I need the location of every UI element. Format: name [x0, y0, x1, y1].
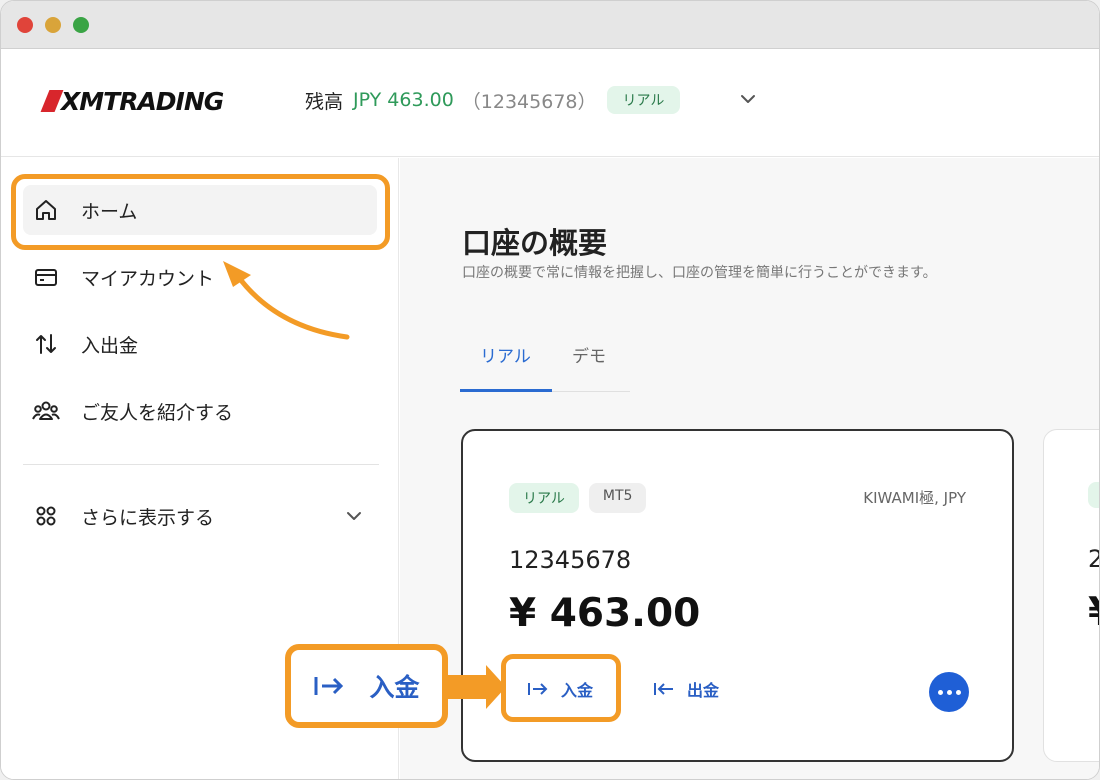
transfer-icon: [31, 329, 61, 359]
platform-badge: MT5: [588, 483, 647, 513]
sidebar-divider: [23, 464, 379, 465]
account-balance: ¥ 463.00: [509, 591, 701, 636]
account-type-label: KIWAMI極, JPY: [863, 489, 966, 507]
page-title: 口座の概要: [462, 226, 608, 260]
sidebar-item-label: マイアカウント: [81, 267, 215, 290]
chevron-down-icon: [347, 512, 361, 520]
account-balance-summary[interactable]: 残高 JPY 463.00 （12345678） リアル: [305, 86, 681, 114]
deposit-callout: 入金: [285, 644, 448, 728]
tab-demo[interactable]: デモ: [572, 342, 606, 367]
xm-logo[interactable]: XMTRADING: [40, 86, 224, 116]
account-balance: ¥: [1088, 590, 1099, 635]
curved-arrow-icon: [223, 261, 350, 340]
card-icon: [31, 262, 61, 292]
grid-icon: [31, 501, 61, 531]
logo-mark-icon: [40, 90, 64, 112]
tab-real[interactable]: リアル: [480, 342, 531, 367]
home-highlight-frame: [11, 174, 390, 250]
minimize-window-button[interactable]: [45, 17, 61, 33]
account-card-badges: リアル MT5: [509, 483, 656, 513]
close-window-button[interactable]: [17, 17, 33, 33]
window-titlebar: [1, 1, 1099, 49]
deposit-highlight-frame: [501, 654, 621, 722]
app-header: XMTRADING 残高 JPY 463.00 （12345678） リアル: [1, 50, 1099, 157]
callout-pointer-icon: [442, 665, 506, 709]
withdraw-button[interactable]: 出金: [653, 677, 719, 701]
page-subtitle: 口座の概要で常に情報を把握し、口座の管理を簡単に行うことができます。: [462, 265, 937, 281]
withdraw-arrow-icon: [654, 683, 673, 695]
browser-window: XMTRADING 残高 JPY 463.00 （12345678） リアル ホ…: [0, 0, 1100, 780]
account-type-badge: リアル: [509, 483, 579, 513]
sidebar-item-label: さらに表示する: [81, 506, 215, 529]
account-card-secondary[interactable]: 2 ¥: [1043, 429, 1099, 762]
account-dropdown-chevron-down-icon[interactable]: [739, 90, 757, 108]
account-type-badge: リアル: [606, 86, 681, 114]
sidebar-item-refer-friend[interactable]: ご友人を紹介する: [23, 386, 377, 436]
sidebar-item-show-more[interactable]: さらに表示する: [23, 491, 377, 541]
callout-label: 入金: [369, 673, 420, 702]
people-icon: [31, 396, 61, 426]
deposit-arrow-icon: [314, 677, 344, 695]
more-dots-icon: [937, 689, 943, 695]
account-number: 12345678: [509, 546, 632, 574]
account-tabs: リアル デモ: [460, 330, 630, 392]
account-number: 2: [1088, 545, 1099, 573]
sidebar-item-label: 入出金: [81, 334, 139, 357]
maximize-window-button[interactable]: [73, 17, 89, 33]
withdraw-label: 出金: [687, 681, 720, 700]
more-options-button[interactable]: [929, 672, 969, 712]
balance-label: 残高: [305, 90, 344, 113]
balance-account-number: （12345678）: [461, 90, 597, 113]
active-tab-indicator: [460, 389, 552, 392]
account-type-badge: [1088, 482, 1099, 508]
sidebar-item-label: ご友人を紹介する: [81, 401, 234, 424]
logo-text: XMTRADING: [61, 86, 224, 116]
balance-amount: JPY 463.00: [353, 89, 454, 111]
